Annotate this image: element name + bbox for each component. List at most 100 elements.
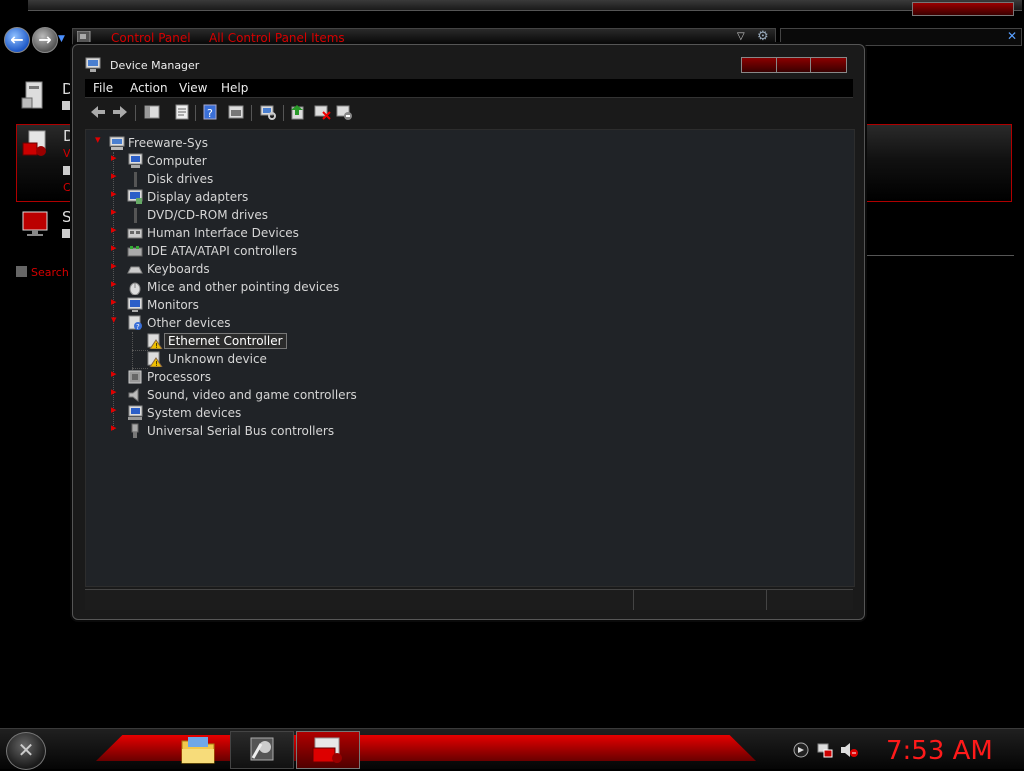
refresh-icon[interactable]: ⚙ [757,29,769,44]
cp-item-link[interactable] [62,101,72,110]
category-label: IDE ATA/ATAPI controllers [147,244,298,258]
search-label: Search [31,266,69,279]
tree-root-label: Freeware-Sys [128,136,208,150]
notification-icon[interactable] [792,741,810,759]
explorer-folder-icon [181,737,215,764]
processor-icon [128,370,142,384]
status-bar [85,589,853,610]
system-devices-icon [128,405,143,420]
expand-icon[interactable]: ▸ [111,385,117,398]
search-icon [16,266,27,277]
start-button[interactable]: ✕ [6,732,46,770]
tree-category[interactable]: ▸ IDE ATA/ATAPI controllers [86,241,486,260]
taskbar: ✕ 7:53 AM [0,728,1024,770]
window-controls[interactable] [741,57,847,73]
tree-category[interactable]: ▸ Universal Serial Bus controllers [86,421,486,440]
scan-hardware-icon[interactable] [259,103,277,121]
forward-button[interactable]: → [32,27,58,53]
taskbar-device-manager-button[interactable] [296,731,360,769]
menu-view[interactable]: View [179,81,207,95]
tree-category[interactable]: ▸ Computer [86,151,486,170]
show-hide-tree-icon[interactable] [143,103,161,121]
breadcrumb-all-items[interactable]: All Control Panel Items [209,31,345,45]
menu-action[interactable]: Action [130,81,168,95]
tree-device[interactable]: ! Unknown device [86,350,486,368]
tree-category[interactable]: ▸ System devices [86,403,486,422]
forward-icon[interactable] [111,103,129,121]
tree-device-selected[interactable]: ! Ethernet Controller [86,332,486,350]
cp-item-title: S [62,208,72,226]
address-dropdown-icon[interactable]: ▽ [737,31,745,42]
taskbar-control-panel-button[interactable] [230,731,294,769]
tree-category[interactable]: ▸ Disk drives [86,169,486,188]
category-label: Sound, video and game controllers [147,388,357,402]
window-title: Device Manager [110,59,200,72]
other-devices-icon: ? [128,315,142,331]
tree-category[interactable]: ▸ Processors [86,367,486,386]
recent-pages-dropdown-icon[interactable]: ▼ [58,34,65,44]
properties-icon[interactable] [173,103,191,121]
help-icon[interactable]: ? [201,103,219,121]
device-tree[interactable]: ▾ Freeware-Sys ▸ Computer ▸ Disk drives … [85,129,855,587]
expand-icon[interactable]: ▸ [111,295,117,308]
tree-category[interactable]: ▸ Human Interface Devices [86,223,486,242]
menu-file[interactable]: File [93,81,113,95]
volume-muted-icon[interactable] [840,741,858,759]
control-panel-icon [77,31,91,44]
collapse-icon[interactable]: ▾ [111,313,117,326]
search-link[interactable]: Search [16,266,69,279]
expand-icon[interactable]: ▸ [111,421,117,434]
tree-category[interactable]: ▸ Sound, video and game controllers [86,385,486,404]
tree-category[interactable]: ▸ Display adapters [86,187,486,206]
expand-icon[interactable]: ▸ [111,205,117,218]
collapse-icon[interactable]: ▾ [95,133,101,146]
clock[interactable]: 7:53 AM [886,736,993,766]
clear-search-icon[interactable]: ✕ [1007,29,1017,43]
taskbar-explorer-button[interactable] [176,731,220,767]
tree-root[interactable]: ▾ Freeware-Sys [86,133,386,152]
back-button[interactable]: ← [4,27,30,53]
device-manager-window: Device Manager File Action View Help ? ▾ [72,44,865,620]
warning-device-icon: ! [147,351,163,367]
uninstall-icon[interactable] [313,103,331,121]
expand-icon[interactable]: ▸ [111,277,117,290]
svg-text:?: ? [207,107,213,120]
tree-category[interactable]: ▸ Monitors [86,295,486,314]
category-label: Universal Serial Bus controllers [147,424,335,438]
category-label: Other devices [147,316,231,330]
svg-text:?: ? [136,323,140,331]
expand-icon[interactable]: ▸ [111,259,117,272]
warning-device-icon: ! [147,333,163,349]
category-label: System devices [147,406,242,420]
expand-icon[interactable]: ▸ [111,223,117,236]
svg-text:!: ! [155,360,158,367]
tree-category[interactable]: ▸ DVD/CD-ROM drives [86,205,486,224]
expand-icon[interactable]: ▸ [111,403,117,416]
disk-drive-icon [134,172,137,187]
tree-category[interactable]: ▸ Mice and other pointing devices [86,277,486,296]
device-manager-icon [85,57,101,72]
device-manager-icon [312,737,342,763]
breadcrumb-control-panel[interactable]: Control Panel [111,31,191,45]
expand-icon[interactable]: ▸ [111,241,117,254]
menu-help[interactable]: Help [221,81,248,95]
mouse-icon [129,282,141,295]
category-label: DVD/CD-ROM drives [147,208,269,222]
cp-item-link[interactable] [62,229,72,238]
view-icon[interactable] [227,103,245,121]
ide-controller-icon [127,246,143,257]
speaker-icon [128,387,139,403]
tree-category[interactable]: ▸ Keyboards [86,259,486,278]
update-driver-icon[interactable] [289,103,307,121]
tree-category-expanded[interactable]: ▾ ? Other devices [86,313,486,332]
window-controls[interactable] [912,2,1014,16]
back-arrow-icon: ← [10,30,24,49]
expand-icon[interactable]: ▸ [111,169,117,182]
back-icon[interactable] [89,103,107,121]
expand-icon[interactable]: ▸ [111,367,117,380]
network-icon[interactable] [816,741,834,759]
dvd-drive-icon [134,208,137,223]
expand-icon[interactable]: ▸ [111,151,117,164]
disable-device-icon[interactable] [335,103,353,121]
expand-icon[interactable]: ▸ [111,187,117,200]
